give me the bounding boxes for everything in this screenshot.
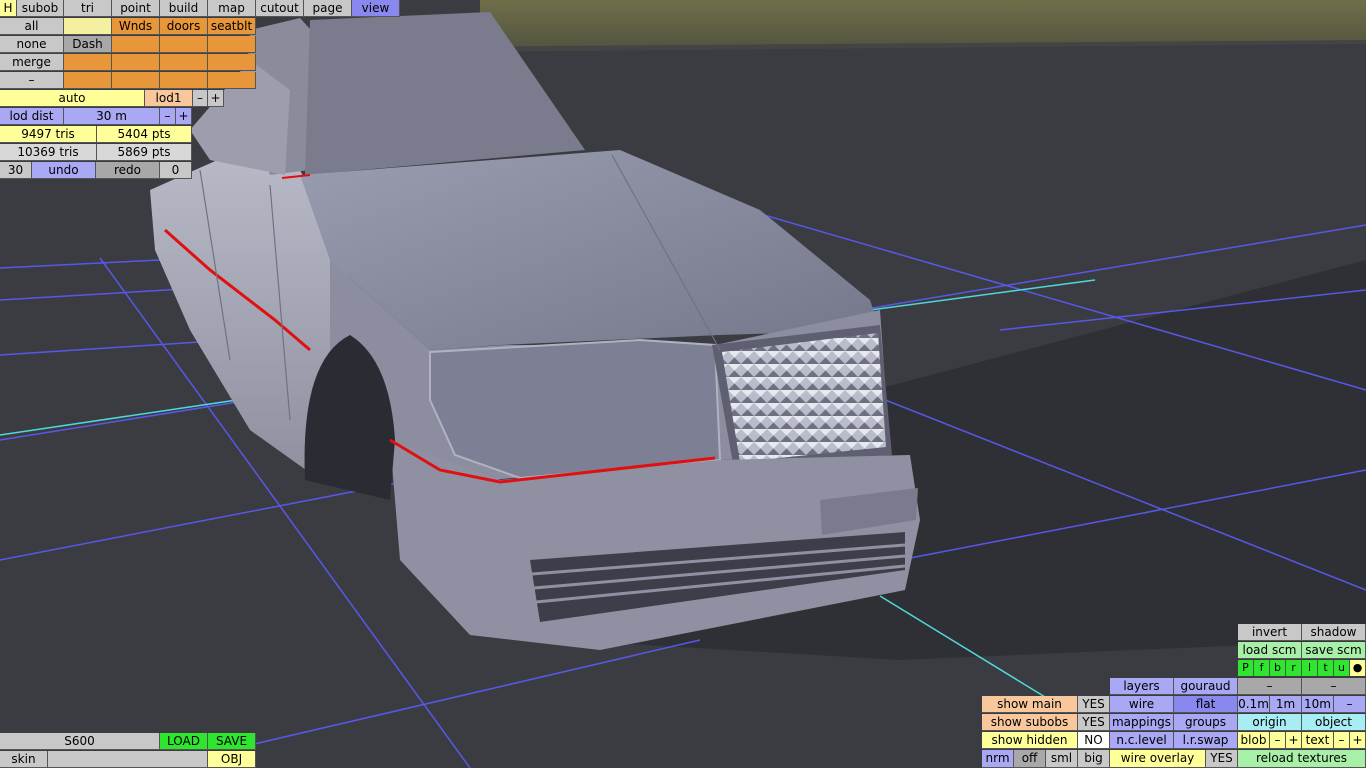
skin-field[interactable] <box>48 751 208 768</box>
subob-wnds-button[interactable]: Wnds <box>112 18 160 35</box>
show-main-toggle[interactable]: YES <box>1078 696 1110 713</box>
view-l-button[interactable]: l <box>1302 660 1318 676</box>
load-button[interactable]: LOAD <box>160 733 208 750</box>
map-menu[interactable]: map <box>208 0 256 17</box>
lod-auto-button[interactable]: auto <box>0 90 145 107</box>
dist-10m-button[interactable]: 10m <box>1302 696 1334 713</box>
view-u-button[interactable]: u <box>1334 660 1350 676</box>
subob-slot[interactable] <box>64 72 112 89</box>
wire-button[interactable]: wire <box>1110 696 1174 713</box>
page-menu[interactable]: page <box>304 0 352 17</box>
skin-label: skin <box>0 751 48 768</box>
load-scm-button[interactable]: load scm <box>1238 642 1302 659</box>
subob-slot[interactable] <box>160 36 208 53</box>
invert-button[interactable]: invert <box>1238 624 1302 641</box>
show-subobs-toggle[interactable]: YES <box>1078 714 1110 731</box>
subob-slot-1[interactable] <box>64 18 112 35</box>
subob-slot[interactable] <box>112 72 160 89</box>
obj-button[interactable]: OBJ <box>208 751 256 768</box>
view-f-button[interactable]: f <box>1254 660 1270 676</box>
wire-overlay-label: wire overlay <box>1110 750 1206 768</box>
view-dot-button[interactable]: ● <box>1350 660 1366 676</box>
origin-button[interactable]: origin <box>1238 714 1302 731</box>
show-hidden-toggle[interactable]: NO <box>1078 732 1110 749</box>
subob-seatblt-button[interactable]: seatblt <box>208 18 256 35</box>
pts-count-2: 5869 pts <box>97 144 192 161</box>
subob-doors-button[interactable]: doors <box>160 18 208 35</box>
lod-plus-button[interactable]: + <box>208 90 224 107</box>
subob-dash-button[interactable]: Dash <box>64 36 112 53</box>
subob-slot[interactable] <box>208 72 256 89</box>
dist-1m-button[interactable]: 1m <box>1270 696 1302 713</box>
view-p-button[interactable]: P <box>1238 660 1254 676</box>
view-minus-button-1[interactable]: – <box>1238 678 1302 695</box>
nc-level-button[interactable]: n.c.level <box>1110 732 1174 749</box>
subob-slot[interactable] <box>112 54 160 71</box>
layers-button[interactable]: layers <box>1110 678 1174 695</box>
view-r-button[interactable]: r <box>1286 660 1302 676</box>
lod-dist-value[interactable]: 30 m <box>64 108 160 125</box>
dist-minus-button[interactable]: – <box>1334 696 1366 713</box>
tris-count-2: 10369 tris <box>0 144 97 161</box>
size-nrm-button[interactable]: nrm <box>982 750 1014 768</box>
select-none-button[interactable]: none <box>0 36 64 53</box>
view-b-button[interactable]: b <box>1270 660 1286 676</box>
merge-button[interactable]: merge <box>0 54 64 71</box>
subob-slot[interactable] <box>160 72 208 89</box>
lr-swap-button[interactable]: l.r.swap <box>1174 732 1238 749</box>
blob-minus-button[interactable]: – <box>1270 732 1286 749</box>
show-hidden-label: show hidden <box>982 732 1078 749</box>
subob-slot[interactable] <box>160 54 208 71</box>
save-scm-button[interactable]: save scm <box>1302 642 1366 659</box>
show-main-label: show main <box>982 696 1078 713</box>
h-button[interactable]: H <box>0 0 17 17</box>
shadow-button[interactable]: shadow <box>1302 624 1366 641</box>
reload-textures-button[interactable]: reload textures <box>1238 750 1366 768</box>
show-subobs-label: show subobs <box>982 714 1078 731</box>
subob-menu[interactable]: subob <box>17 0 64 17</box>
subob-slot[interactable] <box>208 54 256 71</box>
subob-slot[interactable] <box>112 36 160 53</box>
size-sml-button[interactable]: sml <box>1046 750 1078 768</box>
redo-button[interactable]: redo <box>96 162 160 179</box>
groups-button[interactable]: groups <box>1174 714 1238 731</box>
size-big-button[interactable]: big <box>1078 750 1110 768</box>
point-menu[interactable]: point <box>112 0 160 17</box>
lod-dist-minus-button[interactable]: – <box>160 108 176 125</box>
lod-dist-plus-button[interactable]: + <box>176 108 192 125</box>
object-button[interactable]: object <box>1302 714 1366 731</box>
blob-label: blob <box>1238 732 1270 749</box>
gouraud-button[interactable]: gouraud <box>1174 678 1238 695</box>
mappings-button[interactable]: mappings <box>1110 714 1174 731</box>
cutout-menu[interactable]: cutout <box>256 0 304 17</box>
subob-slot[interactable] <box>208 36 256 53</box>
wire-overlay-toggle[interactable]: YES <box>1206 750 1238 768</box>
view-menu[interactable]: view <box>352 0 400 17</box>
text-label: text <box>1302 732 1334 749</box>
3d-viewport[interactable] <box>0 0 1366 768</box>
subob-minus-button[interactable]: – <box>0 72 64 89</box>
lod-dist-label: lod dist <box>0 108 64 125</box>
lod1-button[interactable]: lod1 <box>145 90 193 107</box>
size-off-button[interactable]: off <box>1014 750 1046 768</box>
dist-01m-button[interactable]: 0.1m <box>1238 696 1270 713</box>
flat-button[interactable]: flat <box>1174 696 1238 713</box>
redo-count: 0 <box>160 162 192 179</box>
view-minus-button-2[interactable]: – <box>1302 678 1366 695</box>
undo-button[interactable]: undo <box>32 162 96 179</box>
save-button[interactable]: SAVE <box>208 733 256 750</box>
pts-count-1: 5404 pts <box>97 126 192 143</box>
lod-minus-button[interactable]: – <box>193 90 208 107</box>
build-menu[interactable]: build <box>160 0 208 17</box>
subob-slot[interactable] <box>64 54 112 71</box>
select-all-button[interactable]: all <box>0 18 64 35</box>
blob-plus-button[interactable]: + <box>1286 732 1302 749</box>
tri-menu[interactable]: tri <box>64 0 112 17</box>
tris-count-1: 9497 tris <box>0 126 97 143</box>
model-name-field[interactable]: S600 <box>0 733 160 750</box>
view-t-button[interactable]: t <box>1318 660 1334 676</box>
text-plus-button[interactable]: + <box>1350 732 1366 749</box>
text-minus-button[interactable]: – <box>1334 732 1350 749</box>
history-count: 30 <box>0 162 32 179</box>
